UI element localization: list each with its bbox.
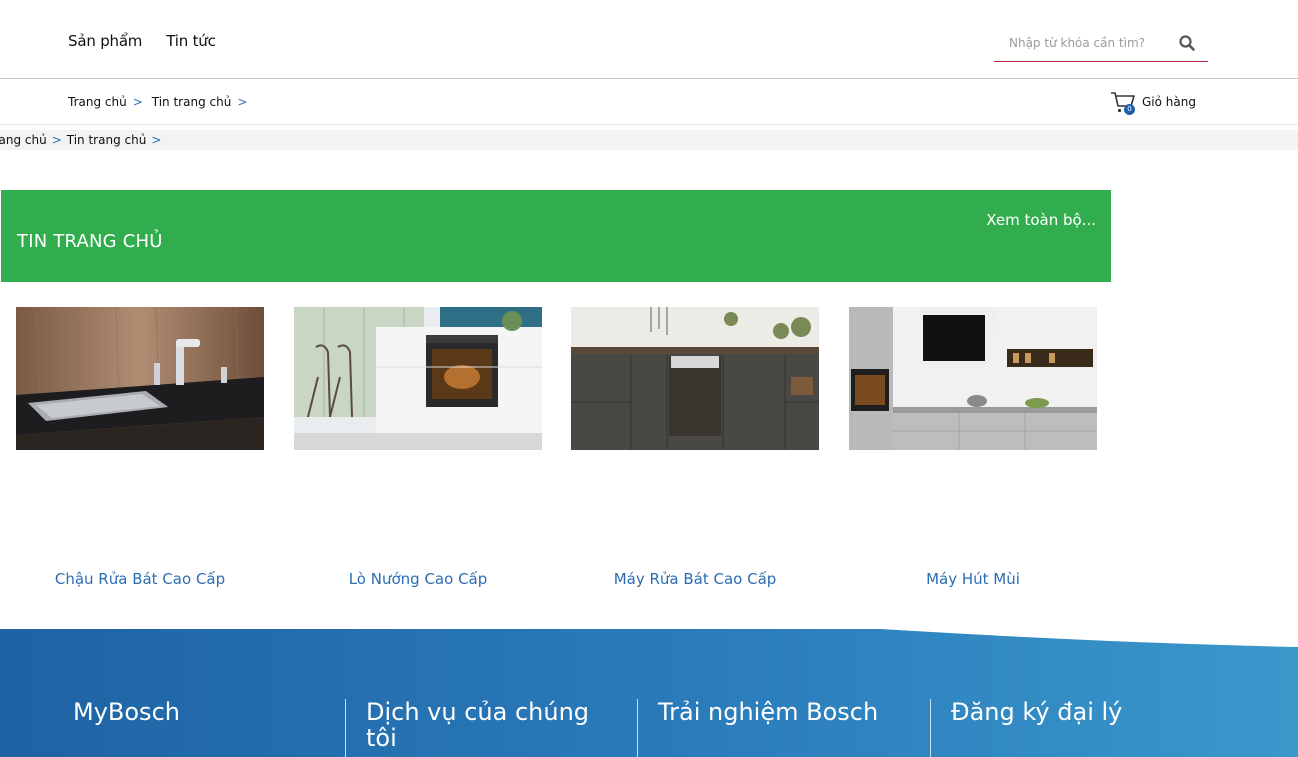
product-title[interactable]: Lò Nướng Cao Cấp: [294, 570, 542, 588]
product-image-oven[interactable]: [294, 307, 542, 450]
breadcrumb-home[interactable]: Trang chủ: [0, 133, 47, 147]
breadcrumb-separator: >: [151, 133, 162, 147]
product-image-hood[interactable]: [849, 307, 1097, 450]
footer: MyBosch Dịch vụ của chúng tôi Trải nghiệ…: [0, 629, 1298, 757]
product-card[interactable]: Máy Hút Mùi: [849, 307, 1097, 597]
product-image-dishwasher[interactable]: [571, 307, 819, 450]
product-card[interactable]: Chậu Rửa Bát Cao Cấp: [16, 307, 264, 597]
breadcrumb: Trang chủ > Tin trang chủ >: [68, 95, 250, 109]
breadcrumb-separator: >: [51, 133, 62, 147]
product-title[interactable]: Chậu Rửa Bát Cao Cấp: [16, 570, 264, 588]
footer-column-dealer: Đăng ký đại lý: [930, 699, 1122, 757]
breadcrumb-home[interactable]: Trang chủ: [68, 95, 127, 109]
main-nav: Sản phẩm Tin tức: [68, 32, 216, 50]
view-all-link[interactable]: Xem toàn bộ...: [986, 211, 1096, 229]
product-card[interactable]: Máy Rửa Bát Cao Cấp: [571, 307, 819, 597]
footer-wave-decoration: [880, 629, 1298, 647]
footer-column-title[interactable]: Trải nghiệm Bosch: [658, 699, 878, 726]
search-icon[interactable]: [1178, 34, 1196, 52]
footer-column-title[interactable]: Đăng ký đại lý: [951, 699, 1122, 726]
product-title[interactable]: Máy Hút Mùi: [849, 570, 1097, 588]
search-input[interactable]: [994, 26, 1174, 59]
section-title: TIN TRANG CHỦ: [17, 231, 163, 252]
product-image-sink[interactable]: [16, 307, 264, 450]
cart-label: Giỏ hàng: [1142, 95, 1196, 109]
breadcrumb-bar: Trang chủ > Tin trang chủ > 0 Giỏ hàng: [0, 80, 1298, 125]
breadcrumb-separator: >: [237, 95, 248, 109]
breadcrumb-news-home[interactable]: Tin trang chủ: [152, 95, 232, 109]
product-list: Chậu Rửa Bát Cao Cấp Lò Nướng Cao Cấp Má…: [16, 307, 1097, 607]
product-title[interactable]: Máy Rửa Bát Cao Cấp: [571, 570, 819, 588]
cart-icon: 0: [1110, 90, 1136, 115]
search-box: [994, 24, 1208, 62]
footer-column-mybosch: MyBosch: [73, 699, 180, 757]
footer-column-services: Dịch vụ của chúng tôi: [345, 699, 615, 757]
breadcrumb-news-home[interactable]: Tin trang chủ: [67, 133, 147, 147]
secondary-breadcrumb: Trang chủ > Tin trang chủ >: [0, 133, 161, 147]
footer-column-title[interactable]: MyBosch: [73, 699, 180, 726]
footer-column-experience: Trải nghiệm Bosch: [637, 699, 878, 757]
breadcrumb-separator: >: [132, 95, 143, 109]
section-banner: TIN TRANG CHỦ Xem toàn bộ...: [1, 190, 1111, 282]
top-header: Sản phẩm Tin tức: [0, 0, 1298, 79]
product-card[interactable]: Lò Nướng Cao Cấp: [294, 307, 542, 597]
cart-button[interactable]: 0 Giỏ hàng: [1110, 90, 1196, 115]
breadcrumb-strip: Trang chủ > Tin trang chủ >: [0, 130, 1298, 150]
nav-item-news[interactable]: Tin tức: [166, 32, 216, 50]
nav-item-products[interactable]: Sản phẩm: [68, 32, 142, 50]
cart-count-badge: 0: [1124, 104, 1135, 115]
footer-column-title[interactable]: Dịch vụ của chúng tôi: [366, 699, 615, 752]
